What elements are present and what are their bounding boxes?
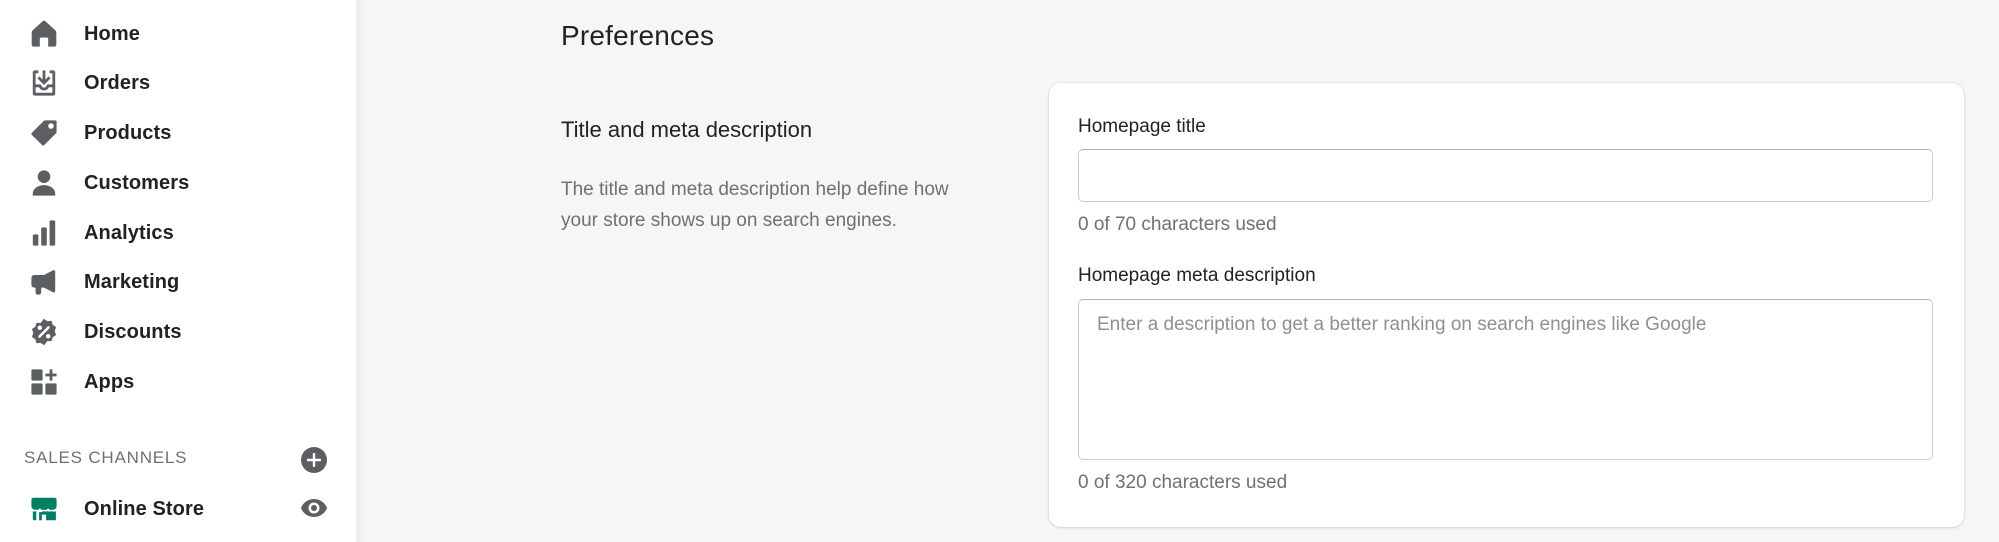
view-online-store-button[interactable] — [299, 496, 329, 520]
sidebar-item-discounts[interactable]: Discounts — [0, 310, 357, 354]
sidebar-item-marketing[interactable]: Marketing — [0, 260, 357, 304]
sidebar-item-products[interactable]: Products — [0, 111, 357, 155]
sidebar-item-label: Orders — [84, 71, 151, 94]
person-icon — [29, 168, 59, 198]
sidebar-item-label: Apps — [84, 370, 135, 393]
add-sales-channel-button[interactable] — [301, 447, 327, 473]
sales-channels-header: SALES CHANNELS — [24, 448, 188, 467]
homepage-title-char-count: 0 of 70 characters used — [1078, 214, 1277, 235]
sidebar-item-home[interactable]: Home — [0, 12, 357, 56]
sidebar-item-orders[interactable]: Orders — [0, 61, 357, 105]
page-title: Preferences — [561, 20, 715, 51]
orders-icon — [29, 68, 59, 98]
tag-icon — [29, 118, 59, 148]
sidebar: Home Orders Products Customers Analytics… — [0, 0, 357, 542]
discount-icon — [29, 317, 59, 347]
sidebar-item-analytics[interactable]: Analytics — [0, 211, 357, 255]
eye-icon — [301, 499, 327, 517]
plus-icon — [307, 453, 321, 467]
meta-description-textarea[interactable] — [1078, 299, 1933, 460]
sidebar-divider — [357, 0, 363, 542]
seo-card: Homepage title 0 of 70 characters used H… — [1049, 83, 1964, 527]
home-icon — [29, 19, 59, 49]
sidebar-item-label: Online Store — [84, 497, 205, 520]
megaphone-icon — [29, 267, 59, 297]
sidebar-item-label: Discounts — [84, 320, 182, 343]
bar-chart-icon — [29, 218, 59, 248]
sidebar-item-label: Products — [84, 121, 172, 144]
sidebar-item-label: Analytics — [84, 221, 174, 244]
storefront-icon — [29, 494, 59, 524]
apps-icon — [29, 367, 59, 397]
sidebar-item-label: Home — [84, 22, 140, 45]
section-description: The title and meta description help defi… — [561, 179, 949, 231]
homepage-title-label: Homepage title — [1078, 116, 1206, 137]
sidebar-item-label: Customers — [84, 171, 190, 194]
sidebar-item-label: Marketing — [84, 270, 180, 293]
sidebar-item-apps[interactable]: Apps — [0, 360, 357, 404]
sidebar-item-customers[interactable]: Customers — [0, 161, 357, 205]
homepage-title-input[interactable] — [1078, 149, 1933, 202]
section-title: Title and meta description — [561, 117, 813, 142]
meta-description-label: Homepage meta description — [1078, 265, 1316, 286]
meta-description-char-count: 0 of 320 characters used — [1078, 472, 1288, 493]
